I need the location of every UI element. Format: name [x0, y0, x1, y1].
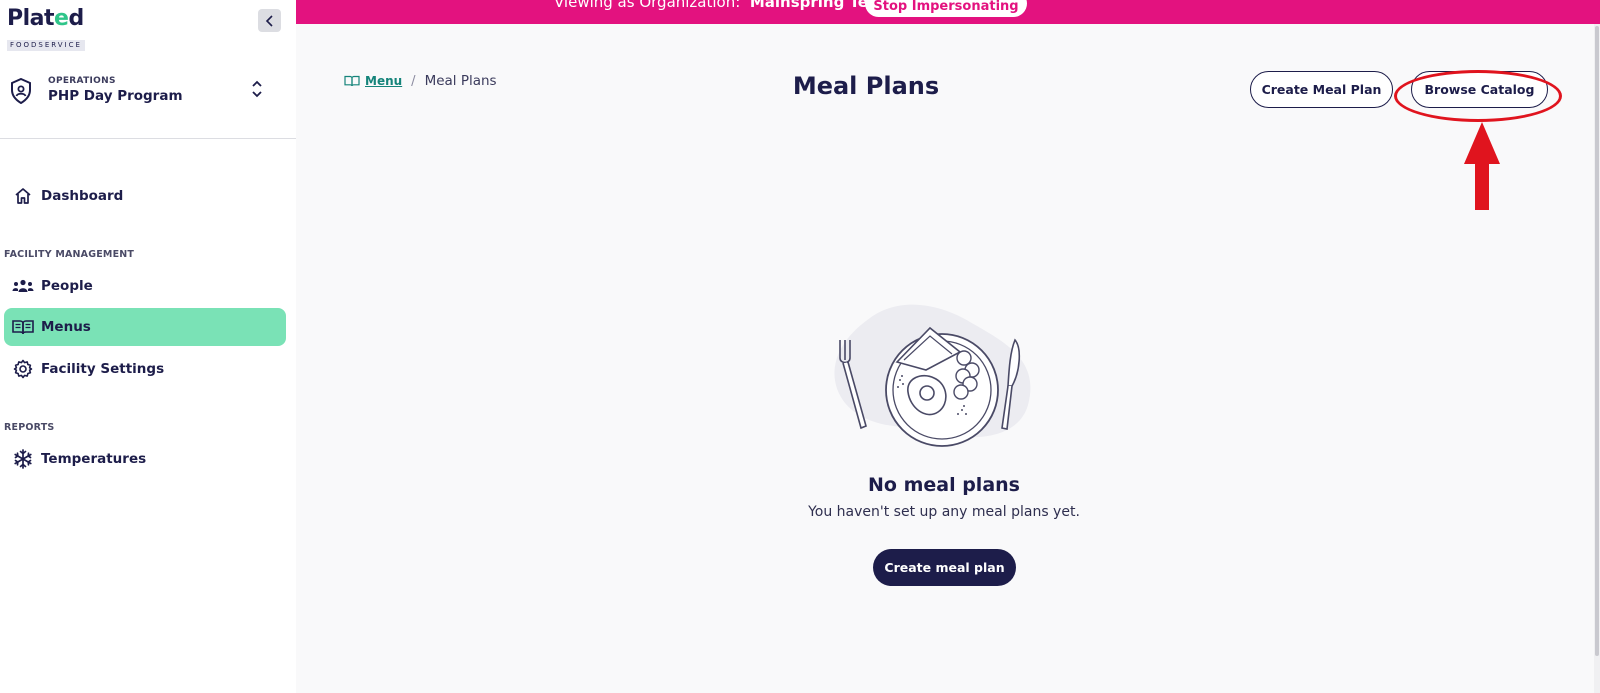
sidebar-item-label: Dashboard — [41, 188, 124, 204]
empty-state-subtitle: You haven't set up any meal plans yet. — [808, 504, 1080, 520]
organization-switcher[interactable]: OPERATIONS PHP Day Program — [10, 74, 280, 114]
impersonation-banner: Viewing as Organization: Mainspring Test… — [296, 0, 1600, 24]
create-meal-plan-button[interactable]: Create Meal Plan — [1250, 71, 1393, 108]
org-type-label: OPERATIONS — [48, 76, 116, 86]
chevron-left-icon — [265, 14, 273, 27]
shield-icon — [11, 78, 31, 104]
sidebar-item-people[interactable]: People — [4, 267, 286, 305]
logo-subtitle: FOODSERVICE — [7, 40, 85, 51]
section-label-facility: FACILITY MANAGEMENT — [4, 249, 135, 260]
sidebar-item-facility-settings[interactable]: Facility Settings — [4, 350, 286, 388]
sidebar-item-label: Menus — [41, 319, 91, 335]
sidebar-item-menus[interactable]: Menus — [4, 308, 286, 346]
chevron-up-down-icon — [252, 80, 262, 98]
gear-icon — [12, 359, 34, 379]
sidebar-item-label: People — [41, 278, 93, 294]
book-icon — [344, 75, 360, 87]
section-label-reports: REPORTS — [4, 422, 55, 433]
empty-state-title: No meal plans — [868, 474, 1020, 496]
home-icon — [12, 186, 34, 206]
sidebar-divider — [0, 138, 296, 139]
breadcrumb-separator: / — [411, 73, 416, 89]
book-icon — [12, 317, 34, 337]
plated-logo[interactable]: Plated FOODSERVICE — [7, 6, 85, 51]
stop-impersonating-button[interactable]: Stop Impersonating — [865, 0, 1027, 17]
snowflake-icon — [12, 449, 34, 469]
browse-catalog-button[interactable]: Browse Catalog — [1411, 71, 1548, 108]
page-title: Meal Plans — [792, 72, 940, 100]
scrollbar-thumb[interactable] — [1595, 26, 1599, 656]
breadcrumb-link-menu[interactable]: Menu — [365, 74, 402, 88]
create-meal-plan-primary-button[interactable]: Create meal plan — [873, 549, 1016, 586]
sidebar: Plated FOODSERVICE OPERATIONS PHP Day Pr… — [0, 0, 296, 693]
people-icon — [12, 276, 34, 296]
sidebar-item-dashboard[interactable]: Dashboard — [4, 177, 286, 215]
sidebar-item-label: Temperatures — [41, 451, 147, 467]
logo-wordmark: Plated — [7, 6, 84, 31]
annotation-arrow-icon — [1464, 122, 1500, 210]
sidebar-item-temperatures[interactable]: Temperatures — [4, 440, 286, 478]
empty-plate-illustration — [834, 304, 1031, 447]
collapse-sidebar-button[interactable] — [258, 9, 281, 32]
sidebar-item-label: Facility Settings — [41, 361, 165, 377]
org-name: PHP Day Program — [48, 88, 183, 104]
breadcrumb-current: Meal Plans — [424, 73, 497, 89]
breadcrumb: Menu / Meal Plans — [344, 73, 497, 89]
banner-text: Viewing as Organization: Mainspring Test — [554, 0, 885, 11]
